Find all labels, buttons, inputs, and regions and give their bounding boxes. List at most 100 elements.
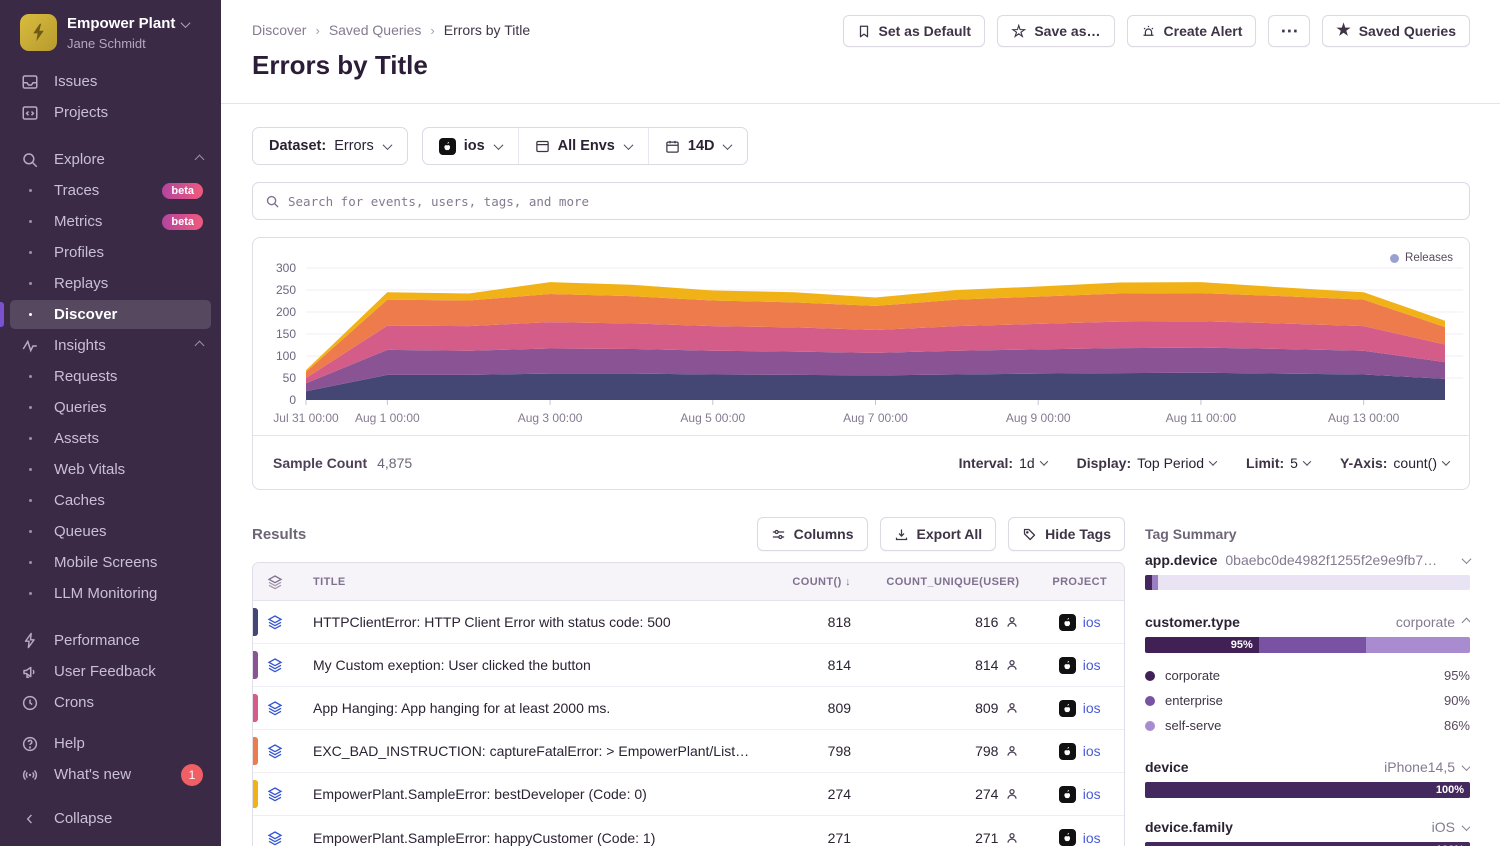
table-row[interactable]: My Custom exeption: User clicked the but… xyxy=(253,644,1124,687)
facet-device: device iPhone14,5 100% xyxy=(1145,759,1470,798)
facet-bar[interactable]: 100% xyxy=(1145,842,1470,846)
org-name: Empower Plant xyxy=(67,15,175,34)
table-row[interactable]: HTTPClientError: HTTP Client Error with … xyxy=(253,601,1124,644)
column-header-project[interactable]: PROJECT xyxy=(1035,563,1124,601)
window-icon xyxy=(535,139,550,154)
page-title: Errors by Title xyxy=(252,50,1470,81)
more-options-button[interactable]: ⋯ xyxy=(1268,15,1310,47)
breadcrumb-saved-queries[interactable]: Saved Queries xyxy=(329,22,422,38)
facet-legend-row[interactable]: enterprise 90% xyxy=(1145,688,1470,713)
chevron-down-icon xyxy=(723,140,733,150)
facet-bar[interactable] xyxy=(1145,575,1470,590)
error-title[interactable]: My Custom exeption: User clicked the but… xyxy=(297,644,775,687)
sidebar-item-whats-new[interactable]: What's new 1 xyxy=(0,759,221,790)
table-row[interactable]: EXC_BAD_INSTRUCTION: captureFatalError: … xyxy=(253,730,1124,773)
sidebar-item-caches[interactable]: Caches xyxy=(0,485,221,516)
sidebar-item-queries[interactable]: Queries xyxy=(0,392,221,423)
sidebar-collapse-button[interactable]: Collapse xyxy=(0,803,221,834)
layers-icon[interactable] xyxy=(253,657,297,673)
facet-app-device-header[interactable]: app.device 0baebc0de4982f1255f2e9e9fb7… xyxy=(1145,552,1470,568)
sidebar-item-profiles[interactable]: Profiles xyxy=(0,237,221,268)
project-filter[interactable]: ios xyxy=(423,128,518,164)
layers-icon[interactable] xyxy=(253,786,297,802)
main-content: Discover › Saved Queries › Errors by Tit… xyxy=(221,0,1500,846)
sidebar-item-queues[interactable]: Queues xyxy=(0,516,221,547)
facet-legend-row[interactable]: corporate 95% xyxy=(1145,663,1470,688)
stacked-area-chart[interactable]: 050100150200250300Jul 31 00:00Aug 1 00:0… xyxy=(253,238,1469,435)
star-outline-icon: ☆ xyxy=(1011,23,1026,40)
chevron-down-icon xyxy=(1462,554,1472,564)
environment-filter[interactable]: All Envs xyxy=(518,128,648,164)
error-title[interactable]: App Hanging: App hanging for at least 20… xyxy=(297,687,775,730)
column-header-title[interactable]: TITLE xyxy=(297,563,775,601)
sidebar-section-explore[interactable]: Explore xyxy=(0,144,221,175)
facet-device-family-header[interactable]: device.family iOS xyxy=(1145,819,1470,835)
yaxis-selector[interactable]: Y-Axis:count() xyxy=(1340,455,1449,471)
sidebar-item-traces[interactable]: Traces beta xyxy=(0,175,221,206)
layers-icon[interactable] xyxy=(253,614,297,630)
sidebar-item-issues[interactable]: Issues xyxy=(0,66,221,97)
facet-device-header[interactable]: device iPhone14,5 xyxy=(1145,759,1470,775)
table-row[interactable]: EmpowerPlant.SampleError: happyCustomer … xyxy=(253,816,1124,846)
limit-selector[interactable]: Limit:5 xyxy=(1246,455,1310,471)
export-all-button[interactable]: Export All xyxy=(880,517,997,551)
project-link[interactable]: ios xyxy=(1083,614,1101,630)
table-row[interactable]: EmpowerPlant.SampleError: bestDeveloper … xyxy=(253,773,1124,816)
error-title[interactable]: EmpowerPlant.SampleError: happyCustomer … xyxy=(297,816,775,846)
set-as-default-button[interactable]: Set as Default xyxy=(843,15,986,47)
layers-icon[interactable] xyxy=(253,830,297,846)
facet-bar[interactable]: 100% xyxy=(1145,782,1470,798)
error-title[interactable]: EXC_BAD_INSTRUCTION: captureFatalError: … xyxy=(297,730,775,773)
saved-queries-button[interactable]: ★ Saved Queries xyxy=(1322,15,1470,47)
sidebar-nav: Issues Projects Explore Traces beta Metr… xyxy=(0,66,221,803)
hide-tags-button[interactable]: Hide Tags xyxy=(1008,517,1125,551)
error-title[interactable]: HTTPClientError: HTTP Client Error with … xyxy=(297,601,775,644)
facet-legend-row[interactable]: self-serve 86% xyxy=(1145,713,1470,738)
sidebar-item-requests[interactable]: Requests xyxy=(0,361,221,392)
sidebar-item-performance[interactable]: Performance xyxy=(0,625,221,656)
error-title[interactable]: EmpowerPlant.SampleError: bestDeveloper … xyxy=(297,773,775,816)
save-as-button[interactable]: ☆ Save as… xyxy=(997,15,1114,47)
search-bar[interactable] xyxy=(252,182,1470,220)
sidebar-item-projects[interactable]: Projects xyxy=(0,97,221,128)
facet-bar[interactable]: 95% xyxy=(1145,637,1470,653)
sidebar-item-mobile-screens[interactable]: Mobile Screens xyxy=(0,547,221,578)
project-link[interactable]: ios xyxy=(1083,657,1101,673)
create-alert-button[interactable]: Create Alert xyxy=(1127,15,1257,47)
sidebar-item-user-feedback[interactable]: User Feedback xyxy=(0,656,221,687)
column-header-count[interactable]: COUNT() ↓ xyxy=(775,563,867,601)
sidebar-item-discover[interactable]: Discover xyxy=(0,299,221,330)
svg-text:Aug 9 00:00: Aug 9 00:00 xyxy=(1006,411,1071,425)
sidebar-item-replays[interactable]: Replays xyxy=(0,268,221,299)
chart-legend[interactable]: Releases xyxy=(1390,252,1453,264)
project-link[interactable]: ios xyxy=(1083,830,1101,846)
project-link[interactable]: ios xyxy=(1083,786,1101,802)
sidebar-item-crons[interactable]: Crons xyxy=(0,687,221,718)
column-header-count-unique[interactable]: COUNT_UNIQUE(USER) xyxy=(867,563,1035,601)
yaxis-value: count() xyxy=(1393,455,1437,471)
facet-customer-type-header[interactable]: customer.type corporate xyxy=(1145,614,1470,630)
chevron-up-icon xyxy=(195,341,205,351)
project-link[interactable]: ios xyxy=(1083,700,1101,716)
bullet xyxy=(20,437,40,440)
project-link[interactable]: ios xyxy=(1083,743,1101,759)
table-row[interactable]: App Hanging: App hanging for at least 20… xyxy=(253,687,1124,730)
columns-button[interactable]: Columns xyxy=(757,517,868,551)
org-switcher[interactable]: Empower Plant Jane Schmidt xyxy=(0,14,221,66)
interval-selector[interactable]: Interval:1d xyxy=(959,455,1047,471)
date-range-filter[interactable]: 14D xyxy=(648,128,748,164)
sidebar-item-llm-monitoring[interactable]: LLM Monitoring xyxy=(0,578,221,609)
breadcrumb-discover[interactable]: Discover xyxy=(252,22,306,38)
sidebar-item-assets[interactable]: Assets xyxy=(0,423,221,454)
sidebar-item-help[interactable]: Help xyxy=(0,728,221,759)
sidebar-section-insights[interactable]: Insights xyxy=(0,330,221,361)
sidebar-item-web-vitals[interactable]: Web Vitals xyxy=(0,454,221,485)
dataset-selector[interactable]: Dataset:Errors xyxy=(252,127,408,165)
legend-label: self-serve xyxy=(1165,718,1221,733)
search-input[interactable] xyxy=(288,194,1457,209)
display-selector[interactable]: Display:Top Period xyxy=(1077,455,1216,471)
sliders-icon xyxy=(771,527,786,542)
sidebar-item-metrics[interactable]: Metrics beta xyxy=(0,206,221,237)
layers-icon[interactable] xyxy=(253,700,297,716)
layers-icon[interactable] xyxy=(253,743,297,759)
